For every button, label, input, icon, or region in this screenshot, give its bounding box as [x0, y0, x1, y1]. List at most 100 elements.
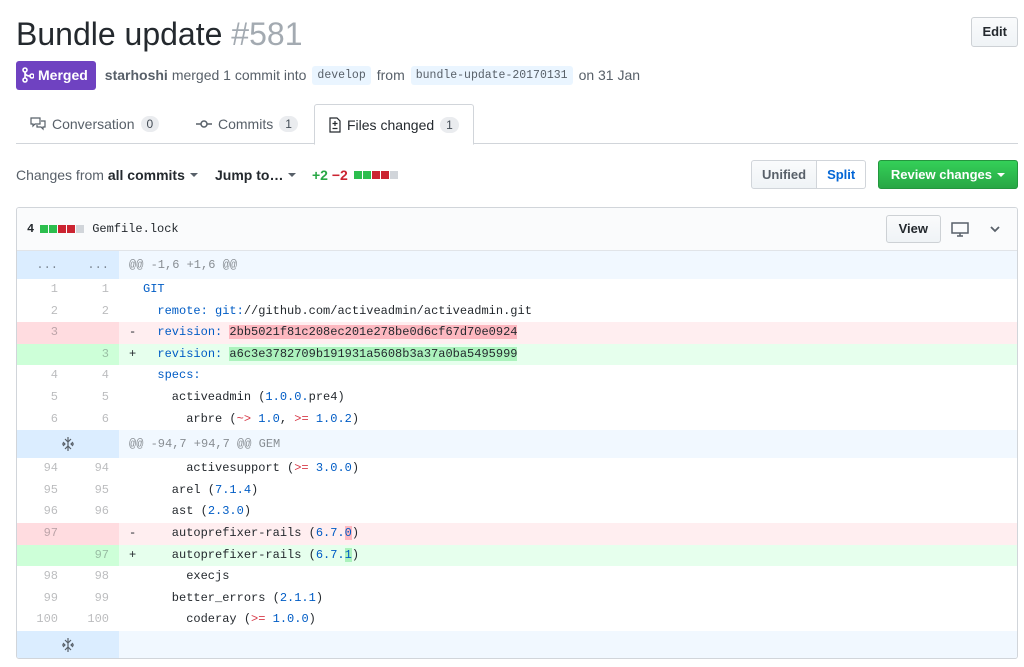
old-line-number[interactable] — [17, 544, 68, 567]
diff-line-added: 97 + autoprefixer-rails (6.7.1) — [17, 544, 1017, 567]
view-file-button[interactable]: View — [885, 215, 941, 243]
comment-discussion-icon — [30, 117, 46, 131]
old-line-number[interactable]: 95 — [17, 480, 68, 502]
new-line-number[interactable]: 2 — [68, 301, 119, 323]
new-line-number[interactable] — [68, 322, 119, 344]
file-name[interactable]: Gemfile.lock — [92, 222, 178, 236]
unified-button[interactable]: Unified — [751, 160, 818, 189]
diffstat-del-block — [371, 171, 380, 179]
diffstat-del-block — [380, 171, 389, 179]
new-line-number[interactable]: 1 — [68, 279, 119, 301]
tab-conversation[interactable]: Conversation 0 — [16, 104, 173, 144]
tab-label: Files changed — [347, 116, 435, 133]
diff-line: 96 96 ast (2.3.0) — [17, 501, 1017, 523]
new-line-number[interactable] — [68, 522, 119, 545]
diff-line: 22 remote: git://github.com/activeadmin/… — [17, 301, 1017, 323]
hunk-header-text: @@ -94,7 +94,7 @@ GEM — [119, 430, 1017, 459]
new-line-number[interactable]: 6 — [68, 409, 119, 431]
old-line-number[interactable]: 3 — [17, 322, 68, 344]
file-diff: 4 Gemfile.lock View ...... @@ -1,6 +1,6 … — [16, 207, 1018, 659]
new-line-number[interactable]: 96 — [68, 501, 119, 523]
page-title: Bundle update #581 — [16, 12, 1018, 56]
old-line-number[interactable]: 98 — [17, 566, 68, 588]
diffstat-bars — [353, 171, 398, 179]
additions-count: +2 — [312, 167, 328, 183]
diffstat-del-block — [58, 225, 67, 233]
changes-from-dropdown[interactable]: Changes from all commits — [16, 160, 198, 190]
line-code: better_errors (2.1.1) — [143, 590, 324, 605]
deletions-count: −2 — [331, 167, 348, 183]
diffstat-del-block — [67, 225, 76, 233]
old-line-number[interactable]: 4 — [17, 365, 68, 387]
diff-line: 44 specs: — [17, 365, 1017, 387]
review-changes-button[interactable]: Review changes — [877, 160, 1018, 189]
hunk-dots-left: ... — [17, 251, 68, 279]
old-line-number[interactable]: 99 — [17, 588, 68, 610]
jump-to-dropdown[interactable]: Jump to… — [215, 160, 297, 190]
tab-commits[interactable]: Commits 1 — [182, 104, 312, 144]
diff-view-toggle: Unified Split — [751, 160, 867, 189]
old-line-number[interactable]: 1 — [17, 279, 68, 301]
changes-prefix: Changes from — [16, 167, 104, 183]
diff-line: 100 100 coderay (>= 1.0.0) — [17, 609, 1017, 631]
diffstat-add-block — [362, 171, 371, 179]
hunk-header: ...... @@ -1,6 +1,6 @@ — [17, 251, 1017, 279]
base-branch[interactable]: develop — [312, 65, 371, 85]
old-line-number[interactable]: 94 — [17, 458, 68, 480]
head-branch[interactable]: bundle-update-20170131 — [410, 65, 573, 85]
file-change-count: 4 — [27, 222, 35, 236]
expand-icon[interactable] — [17, 630, 119, 658]
old-line-number[interactable]: 5 — [17, 387, 68, 409]
from-text: from — [376, 67, 405, 83]
diff-line: 66 arbre (~> 1.0, >= 1.0.2) — [17, 409, 1017, 431]
new-line-number[interactable]: 98 — [68, 566, 119, 588]
diff-line-added: 3 + revision: a6c3e3782709b191931a5608b3a… — [17, 343, 1017, 366]
new-line-number[interactable]: 99 — [68, 588, 119, 610]
pr-header: Bundle update #581 Edit — [16, 12, 1018, 56]
expand-icon[interactable] — [17, 430, 119, 459]
line-code: execjs — [143, 569, 230, 584]
file-diff-icon — [329, 116, 341, 133]
chevron-down-icon[interactable] — [989, 221, 1001, 237]
new-line-number[interactable]: 95 — [68, 480, 119, 502]
old-line-number[interactable]: 100 — [17, 609, 68, 631]
diff-line: 94 94 activesupport (>= 3.0.0) — [17, 458, 1017, 480]
merged-state-badge: Merged — [16, 60, 96, 90]
pr-meta: Merged starhoshi merged 1 commit into de… — [16, 60, 644, 90]
merge-icon — [22, 67, 34, 83]
tab-files-changed[interactable]: Files changed 1 — [314, 104, 474, 145]
new-line-number[interactable]: 100 — [68, 609, 119, 631]
diff-line: 11 GIT — [17, 279, 1017, 301]
old-line-number[interactable]: 97 — [17, 522, 68, 545]
tab-counter: 1 — [279, 116, 298, 132]
new-line-number[interactable]: 4 — [68, 365, 119, 387]
author-link[interactable]: starhoshi — [105, 67, 168, 83]
edit-button[interactable]: Edit — [971, 17, 1018, 47]
old-line-number[interactable]: 6 — [17, 409, 68, 431]
new-line-number[interactable]: 94 — [68, 458, 119, 480]
merge-date: on 31 Jan — [578, 67, 641, 83]
split-button[interactable]: Split — [817, 160, 867, 189]
line-code: - autoprefixer-rails (6.7.0) — [119, 522, 1017, 545]
diffstat-neutral-block — [389, 171, 398, 179]
merged-text: merged 1 commit into — [171, 67, 307, 83]
caret-down-icon — [997, 172, 1005, 177]
display-rich-diff-icon[interactable] — [951, 221, 969, 237]
new-line-number[interactable]: 97 — [68, 544, 119, 567]
tab-counter: 0 — [140, 116, 160, 132]
diff-line: 98 98 execjs — [17, 566, 1017, 588]
line-code: + autoprefixer-rails (6.7.1) — [119, 544, 1017, 567]
line-code: arel (7.1.4) — [143, 482, 259, 497]
line-code: arbre (~> 1.0, >= 1.0.2) — [143, 411, 360, 426]
old-line-number[interactable]: 96 — [17, 501, 68, 523]
diff-line: 99 99 better_errors (2.1.1) — [17, 588, 1017, 610]
old-line-number[interactable]: 2 — [17, 301, 68, 323]
new-line-number[interactable]: 3 — [68, 343, 119, 366]
line-code: coderay (>= 1.0.0) — [143, 612, 316, 627]
new-line-number[interactable]: 5 — [68, 387, 119, 409]
review-label: Review changes — [890, 167, 992, 182]
hunk-footer-spacer — [119, 630, 1017, 658]
diff-line: 95 95 arel (7.1.4) — [17, 480, 1017, 502]
diff-line: 55 activeadmin (1.0.0.pre4) — [17, 387, 1017, 409]
old-line-number[interactable] — [17, 343, 68, 366]
